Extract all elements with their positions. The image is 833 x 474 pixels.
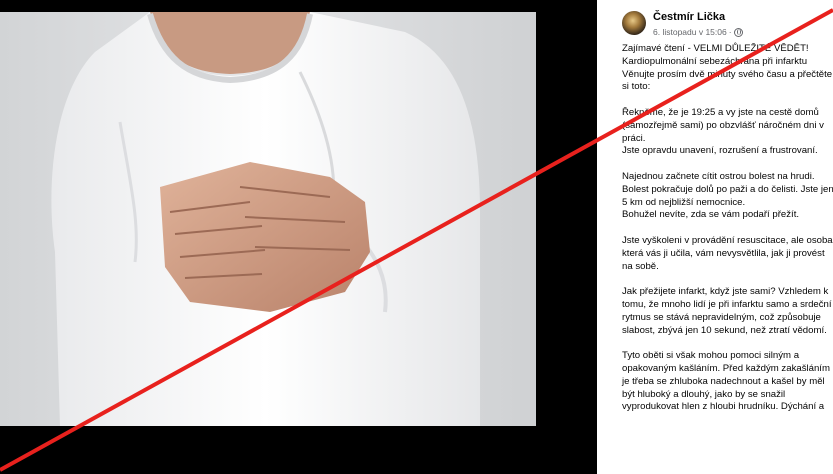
post-date[interactable]: 6. listopadu v 15:06	[653, 27, 727, 37]
text-line: tomu, že mnoho lidí je při infarktu samo…	[622, 298, 832, 310]
globe-icon	[733, 27, 743, 37]
post-header: Čestmír Lička 6. listopadu v 15:06 ·	[622, 10, 833, 40]
text-line: vyprodukovat hlen z hloubi hrudníku. Dýc…	[622, 401, 825, 413]
text-line: si toto:	[622, 81, 651, 93]
text-line: která vás ji učila, vám nevysvětlila, ja…	[622, 247, 825, 259]
author-name[interactable]: Čestmír Lička	[653, 11, 725, 23]
post-panel: Čestmír Lička 6. listopadu v 15:06 · Zaj…	[597, 0, 833, 474]
text-line: je třeba se zhluboka nadechnout a kašel …	[622, 375, 825, 387]
text-line: opakovaným kašláním. Před každým zakašlá…	[622, 362, 830, 374]
text-line: Jste vyškoleni v provádění resuscitace, …	[622, 234, 833, 246]
text-line: Věnujte prosím dvě minuty svého času a p…	[622, 68, 833, 80]
text-line: Najednou začnete cítit ostrou bolest na …	[622, 170, 815, 182]
text-line: rytmus se stává nepravidelným, což způso…	[622, 311, 821, 323]
text-line: Zajímavé čtení - VELMI DŮLEŽITÉ VĚDĚT!	[622, 43, 809, 54]
text-line: být hluboký a dlouhý, jako by se snažil	[622, 388, 786, 400]
text-line: Bolest pokračuje dolů po paži a do čelis…	[622, 183, 833, 195]
text-line: Řekněme, že je 19:25 a vy jste na cestě …	[622, 106, 819, 118]
text-line: Jste opravdu unavení, rozrušení a frustr…	[622, 145, 818, 157]
text-line: (samozřejmě sami) po obzvlášť náročném d…	[622, 119, 824, 131]
photo-illustration	[51, 12, 481, 426]
post-text: Zajímavé čtení - VELMI DŮLEŽITÉ VĚDĚT! Ka…	[622, 43, 833, 414]
post-photo[interactable]	[0, 12, 536, 426]
text-line: slabost, zbývá jen 10 sekund, než ztratí…	[622, 324, 827, 336]
text-line: Kardiopulmonální sebezáchrana při infark…	[622, 55, 808, 67]
avatar[interactable]	[622, 11, 646, 35]
text-line: 5 km od nejbližší nemocnice.	[622, 196, 746, 208]
photo-viewer	[0, 0, 597, 474]
meta-separator: ·	[728, 27, 732, 37]
post-meta: 6. listopadu v 15:06 ·	[653, 27, 743, 37]
text-line: Bohužel nevíte, zda se vám podaří přežít…	[622, 209, 800, 221]
text-line: Tyto oběti si však mohou pomoci silným a	[622, 350, 800, 362]
text-line: Jak přežijete infarkt, když jste sami? V…	[622, 286, 829, 298]
text-line: na sobě.	[622, 260, 659, 272]
text-line: práci.	[622, 132, 646, 144]
